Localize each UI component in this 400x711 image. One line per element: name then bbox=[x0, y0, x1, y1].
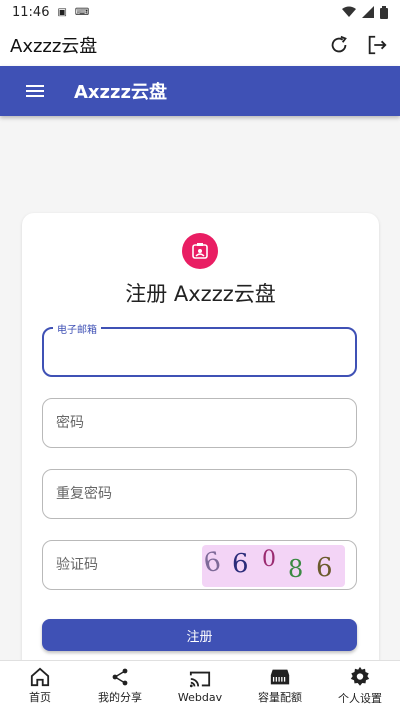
storage-icon bbox=[270, 669, 290, 685]
toolbar: Axzzz云盘 bbox=[0, 66, 400, 116]
password-input[interactable] bbox=[43, 399, 356, 447]
nav-my-share[interactable]: 我的分享 bbox=[80, 661, 160, 711]
captcha-char: 6 bbox=[201, 546, 224, 580]
nav-label: 首页 bbox=[29, 691, 51, 704]
logout-icon bbox=[368, 35, 387, 55]
signal-icon bbox=[362, 6, 374, 18]
captcha-char: 6 bbox=[232, 549, 249, 579]
cast-icon bbox=[189, 671, 211, 687]
menu-icon[interactable] bbox=[26, 82, 44, 100]
email-field: 电子邮箱 bbox=[42, 321, 357, 377]
bottom-nav: 首页 我的分享 Webdav 容量配额 个人设置 bbox=[0, 660, 400, 711]
battery-icon bbox=[380, 5, 388, 19]
nav-label: 我的分享 bbox=[98, 691, 142, 704]
password-field bbox=[42, 398, 357, 448]
toolbar-brand: Axzzz云盘 bbox=[74, 82, 167, 103]
keyboard-icon: ⌨ bbox=[74, 6, 90, 18]
captcha-char: 8 bbox=[288, 555, 304, 583]
logout-button[interactable] bbox=[364, 32, 390, 58]
nav-home[interactable]: 首页 bbox=[0, 661, 80, 711]
refresh-icon bbox=[331, 35, 347, 53]
status-bar: 11:46 ▣ ⌨ bbox=[0, 0, 400, 24]
page-title: 注册 Axzzz云盘 bbox=[125, 282, 276, 306]
captcha-char: 6 bbox=[316, 553, 333, 583]
captcha-image[interactable]: 6 6 0 8 6 bbox=[201, 545, 345, 587]
settings-icon bbox=[350, 666, 370, 686]
app-bar: Axzzz云盘 bbox=[0, 24, 400, 66]
email-label: 电子邮箱 bbox=[53, 321, 101, 336]
a-icon: ▣ bbox=[57, 6, 67, 18]
nav-label: 个人设置 bbox=[338, 692, 382, 705]
app-title: Axzzz云盘 bbox=[10, 36, 98, 57]
share-icon bbox=[112, 668, 128, 686]
home-icon bbox=[30, 667, 50, 687]
register-card: 注册 Axzzz云盘 电子邮箱 6 6 0 8 6 注册 bbox=[22, 213, 379, 673]
contact-badge-icon bbox=[182, 233, 218, 269]
repeat-password-field bbox=[42, 469, 357, 519]
nav-label: Webdav bbox=[177, 690, 223, 704]
register-button[interactable]: 注册 bbox=[42, 619, 357, 651]
nav-webdav[interactable]: Webdav bbox=[160, 661, 240, 711]
wifi-icon bbox=[342, 6, 356, 17]
captcha-field: 6 6 0 8 6 bbox=[42, 540, 357, 590]
nav-label: 容量配额 bbox=[258, 691, 302, 704]
repeat-password-input[interactable] bbox=[43, 470, 356, 518]
captcha-char: 0 bbox=[262, 547, 276, 572]
nav-storage-quota[interactable]: 容量配额 bbox=[240, 661, 320, 711]
refresh-button[interactable] bbox=[326, 32, 352, 58]
status-time: 11:46 bbox=[12, 4, 50, 20]
nav-settings[interactable]: 个人设置 bbox=[320, 661, 400, 711]
